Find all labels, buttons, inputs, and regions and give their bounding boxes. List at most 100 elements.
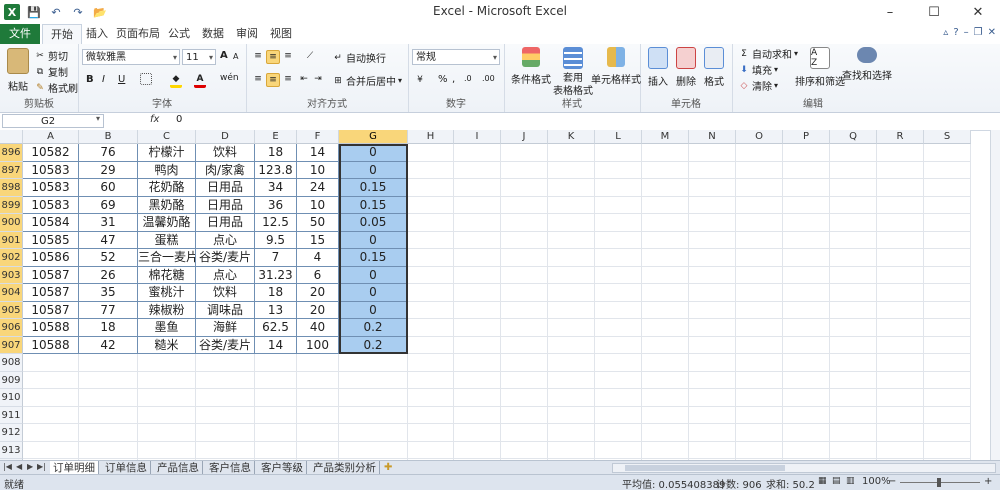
cell-l908[interactable] xyxy=(595,354,642,372)
row-header[interactable]: 908 xyxy=(0,354,23,372)
autosum-button[interactable]: Σ 自动求和 ▾ xyxy=(738,46,798,62)
cell-a906[interactable]: 10588 xyxy=(23,319,79,337)
cell-n899[interactable] xyxy=(689,196,736,214)
cell-c900[interactable]: 温馨奶酪 xyxy=(138,214,196,232)
cell-r899[interactable] xyxy=(877,196,924,214)
cell-j912[interactable] xyxy=(501,424,548,442)
format-painter-button[interactable]: ✎ 格式刷 xyxy=(34,80,78,96)
cell-a896[interactable]: 10582 xyxy=(23,144,79,162)
cell-k912[interactable] xyxy=(548,424,595,442)
cell-f901[interactable]: 15 xyxy=(297,231,339,249)
cell-k908[interactable] xyxy=(548,354,595,372)
cell-d909[interactable] xyxy=(196,371,255,389)
row-header[interactable]: 903 xyxy=(0,266,23,284)
cell-l910[interactable] xyxy=(595,389,642,407)
cell-l912[interactable] xyxy=(595,424,642,442)
cell-f902[interactable]: 4 xyxy=(297,249,339,267)
row-header[interactable]: 896 xyxy=(0,144,23,162)
cell-s897[interactable] xyxy=(924,161,971,179)
cell-b912[interactable] xyxy=(79,424,138,442)
minimize-button[interactable]: – xyxy=(868,0,912,24)
cell-h912[interactable] xyxy=(408,424,454,442)
cell-n913[interactable] xyxy=(689,441,736,459)
cell-a907[interactable]: 10588 xyxy=(23,336,79,354)
cell-s907[interactable] xyxy=(924,336,971,354)
column-header-k[interactable]: K xyxy=(548,130,595,144)
cell-j900[interactable] xyxy=(501,214,548,232)
cell-e900[interactable]: 12.5 xyxy=(255,214,297,232)
cell-i896[interactable] xyxy=(454,144,501,162)
cell-r898[interactable] xyxy=(877,179,924,197)
cell-r906[interactable] xyxy=(877,319,924,337)
cell-k899[interactable] xyxy=(548,196,595,214)
wb-restore-icon[interactable]: ❐ xyxy=(974,27,983,38)
cell-p903[interactable] xyxy=(783,266,830,284)
cell-h905[interactable] xyxy=(408,301,454,319)
cell-f904[interactable]: 20 xyxy=(297,284,339,302)
cell-c909[interactable] xyxy=(138,371,196,389)
cell-g913[interactable] xyxy=(339,441,408,459)
cell-f905[interactable]: 20 xyxy=(297,301,339,319)
cell-c912[interactable] xyxy=(138,424,196,442)
cell-o897[interactable] xyxy=(736,161,783,179)
font-color-button[interactable]: A xyxy=(194,73,206,88)
cell-l900[interactable] xyxy=(595,214,642,232)
copy-button[interactable]: ⧉ 复制 xyxy=(34,64,68,80)
bold-button[interactable]: B xyxy=(86,74,94,85)
tab-formulas[interactable]: 公式 xyxy=(164,24,194,44)
cell-a910[interactable] xyxy=(23,389,79,407)
cell-g909[interactable] xyxy=(339,371,408,389)
cell-b902[interactable]: 52 xyxy=(79,249,138,267)
tab-data[interactable]: 数据 xyxy=(198,24,228,44)
cell-h910[interactable] xyxy=(408,389,454,407)
cell-j907[interactable] xyxy=(501,336,548,354)
cell-f903[interactable]: 6 xyxy=(297,266,339,284)
cell-d910[interactable] xyxy=(196,389,255,407)
cell-e903[interactable]: 31.23 xyxy=(255,266,297,284)
cell-p900[interactable] xyxy=(783,214,830,232)
cell-j913[interactable] xyxy=(501,441,548,459)
cell-m896[interactable] xyxy=(642,144,689,162)
cell-f910[interactable] xyxy=(297,389,339,407)
clear-button[interactable]: ◇ 清除 ▾ xyxy=(738,78,778,94)
cell-l897[interactable] xyxy=(595,161,642,179)
column-header-g[interactable]: G xyxy=(339,130,408,144)
cell-s896[interactable] xyxy=(924,144,971,162)
cell-f906[interactable]: 40 xyxy=(297,319,339,337)
cell-d899[interactable]: 日用品 xyxy=(196,196,255,214)
sheet-tab-customer-info[interactable]: 客户信息 xyxy=(206,461,255,475)
cell-s912[interactable] xyxy=(924,424,971,442)
cell-b901[interactable]: 47 xyxy=(79,231,138,249)
cell-g896[interactable]: 0 xyxy=(339,144,408,162)
prev-sheet-icon[interactable]: ◀ xyxy=(16,462,22,471)
align-middle-button[interactable]: ≡ xyxy=(266,50,280,64)
cell-a912[interactable] xyxy=(23,424,79,442)
borders-button[interactable] xyxy=(140,73,152,85)
cell-a898[interactable]: 10583 xyxy=(23,179,79,197)
row-header[interactable]: 906 xyxy=(0,319,23,337)
cell-h899[interactable] xyxy=(408,196,454,214)
cell-k911[interactable] xyxy=(548,406,595,424)
cell-m913[interactable] xyxy=(642,441,689,459)
cell-k902[interactable] xyxy=(548,249,595,267)
cell-s902[interactable] xyxy=(924,249,971,267)
decrease-indent-button[interactable]: ⇤ xyxy=(298,73,310,85)
help-icon[interactable]: ? xyxy=(953,27,958,38)
cell-a903[interactable]: 10587 xyxy=(23,266,79,284)
cell-i912[interactable] xyxy=(454,424,501,442)
cell-q908[interactable] xyxy=(830,354,877,372)
cell-s908[interactable] xyxy=(924,354,971,372)
cell-r900[interactable] xyxy=(877,214,924,232)
cell-h902[interactable] xyxy=(408,249,454,267)
cell-l913[interactable] xyxy=(595,441,642,459)
row-header[interactable]: 909 xyxy=(0,371,23,389)
cell-s898[interactable] xyxy=(924,179,971,197)
close-button[interactable]: ✕ xyxy=(956,0,1000,24)
cell-m899[interactable] xyxy=(642,196,689,214)
cell-h908[interactable] xyxy=(408,354,454,372)
cell-s900[interactable] xyxy=(924,214,971,232)
zoom-level[interactable]: 100% xyxy=(862,476,891,487)
cell-q899[interactable] xyxy=(830,196,877,214)
cell-r897[interactable] xyxy=(877,161,924,179)
cell-f909[interactable] xyxy=(297,371,339,389)
